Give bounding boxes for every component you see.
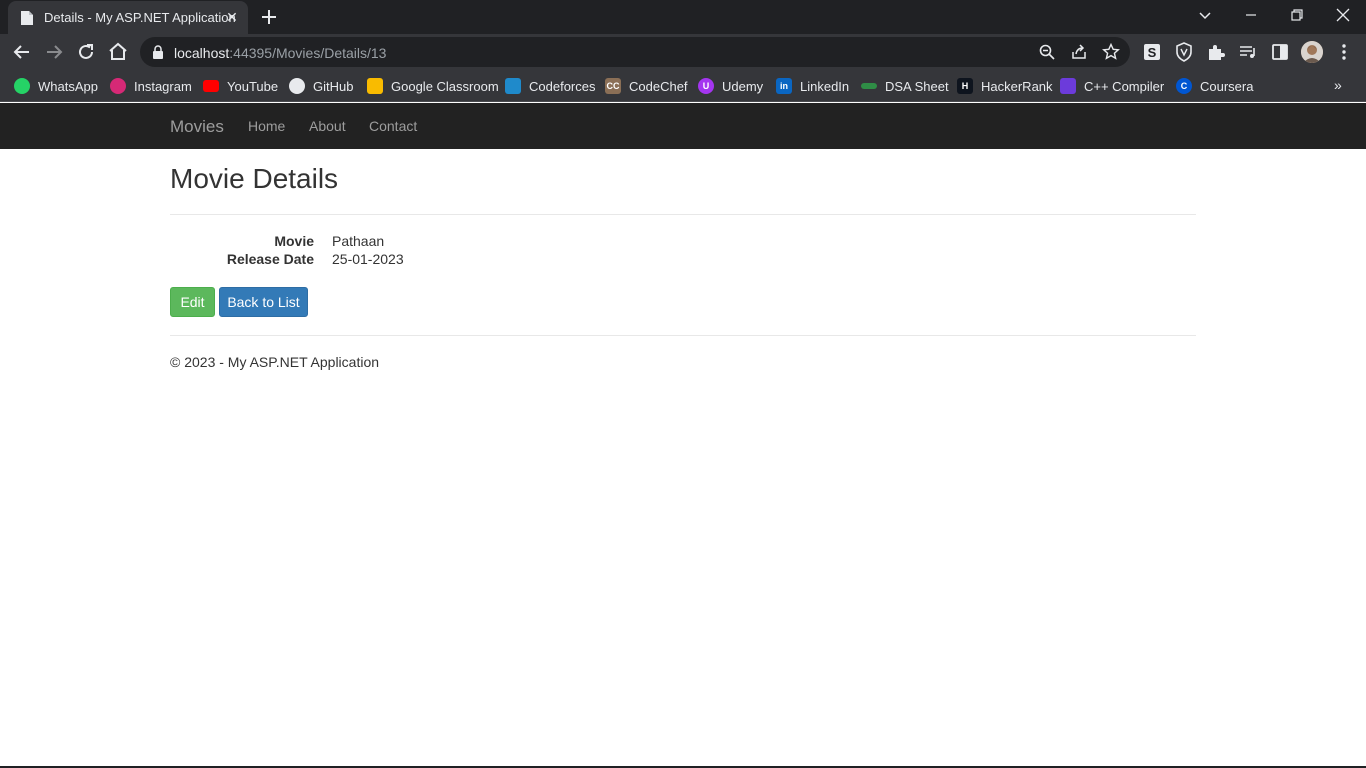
- zoom-icon[interactable]: [1038, 43, 1056, 61]
- edit-button[interactable]: Edit: [170, 287, 215, 317]
- bookmark-codeforces[interactable]: Codeforces: [505, 76, 595, 96]
- bookmark-dsa-sheet[interactable]: DSA Sheet: [861, 76, 949, 96]
- footer-divider: [170, 335, 1196, 336]
- bookmark-coursera[interactable]: C Coursera: [1176, 76, 1253, 96]
- shield-extension-icon[interactable]: [1172, 40, 1196, 64]
- udemy-icon: U: [698, 78, 714, 94]
- lock-icon[interactable]: [152, 45, 164, 59]
- bookmark-codechef[interactable]: CC CodeChef: [605, 76, 688, 96]
- codeforces-icon: [505, 78, 521, 94]
- share-icon[interactable]: [1070, 43, 1088, 61]
- release-date-label: Release Date: [226, 251, 314, 267]
- google-classroom-icon: [367, 78, 383, 94]
- page-content: Movies Home About Contact Movie Details …: [0, 103, 1366, 768]
- bookmark-star-icon[interactable]: [1102, 43, 1120, 61]
- forward-icon[interactable]: [42, 40, 66, 64]
- new-tab-icon[interactable]: [258, 6, 280, 28]
- browser-toolbar: localhost:44395/Movies/Details/13 S: [0, 34, 1366, 70]
- media-control-icon[interactable]: [1236, 40, 1260, 64]
- home-icon[interactable]: [106, 40, 130, 64]
- svg-text:S: S: [1148, 45, 1157, 60]
- bookmark-instagram[interactable]: Instagram: [110, 76, 192, 96]
- brand-link[interactable]: Movies: [170, 117, 224, 137]
- url-host: localhost: [174, 45, 230, 61]
- bookmark-label: C++ Compiler: [1084, 78, 1165, 94]
- bookmark-label: Instagram: [134, 78, 192, 94]
- bookmark-label: LinkedIn: [800, 78, 850, 94]
- instagram-icon: [110, 78, 126, 94]
- bookmark-youtube[interactable]: YouTube: [203, 76, 278, 96]
- linkedin-icon: in: [776, 78, 792, 94]
- codechef-icon: CC: [605, 78, 621, 94]
- url-path: :44395/Movies/Details/13: [229, 45, 387, 61]
- bookmark-github[interactable]: GitHub: [289, 76, 353, 96]
- site-navbar: Movies Home About Contact: [0, 103, 1366, 149]
- bookmark-label: WhatsApp: [38, 78, 98, 94]
- minimize-icon[interactable]: [1239, 4, 1263, 26]
- github-icon: [289, 78, 305, 94]
- extensions-puzzle-icon[interactable]: [1204, 40, 1228, 64]
- back-to-list-button[interactable]: Back to List: [219, 287, 308, 317]
- divider: [170, 214, 1196, 215]
- bookmark-label: YouTube: [227, 78, 279, 94]
- back-icon[interactable]: [10, 40, 34, 64]
- bookmark-label: HackerRank: [981, 78, 1053, 94]
- bookmark-label: Coursera: [1200, 78, 1254, 94]
- bookmark-cpp-compiler[interactable]: C++ Compiler: [1060, 76, 1164, 96]
- menu-kebab-icon[interactable]: [1332, 40, 1356, 64]
- dsa-sheet-icon: [861, 83, 877, 89]
- bookmark-google-classroom[interactable]: Google Classroom: [367, 76, 499, 96]
- movie-label: Movie: [274, 233, 314, 249]
- profile-icon: [1301, 41, 1323, 63]
- reload-icon[interactable]: [74, 40, 98, 64]
- nav-contact-link[interactable]: Contact: [369, 118, 417, 134]
- nav-about-link[interactable]: About: [309, 118, 346, 134]
- nav-home-link[interactable]: Home: [248, 118, 285, 134]
- hackerrank-icon: H: [957, 78, 973, 94]
- bookmark-udemy[interactable]: U Udemy: [698, 76, 763, 96]
- tab-title: Details - My ASP.NET Application: [44, 10, 236, 25]
- tab-search-icon[interactable]: [1193, 4, 1217, 26]
- close-window-icon[interactable]: [1331, 4, 1355, 26]
- bookmark-label: Udemy: [722, 78, 764, 94]
- bookmark-label: Google Classroom: [391, 78, 499, 94]
- close-tab-icon[interactable]: ✕: [224, 9, 240, 25]
- side-panel-icon[interactable]: [1268, 40, 1292, 64]
- coursera-icon: C: [1176, 78, 1192, 94]
- bookmark-label: DSA Sheet: [885, 78, 949, 94]
- page-title: Movie Details: [170, 163, 339, 194]
- bookmark-whatsapp[interactable]: WhatsApp: [14, 76, 98, 96]
- movie-value: Pathaan: [332, 233, 385, 249]
- bookmark-label: CodeChef: [629, 78, 688, 94]
- bookmarks-bar: WhatsApp Instagram YouTube GitHub Google…: [0, 70, 1366, 102]
- browser-tab[interactable]: Details - My ASP.NET Application ✕: [8, 1, 248, 34]
- footer-text: © 2023 - My ASP.NET Application: [170, 354, 380, 370]
- profile-avatar[interactable]: [1301, 41, 1323, 63]
- bookmark-hackerrank[interactable]: H HackerRank: [957, 76, 1053, 96]
- page-icon: [21, 11, 33, 25]
- address-bar[interactable]: localhost:44395/Movies/Details/13: [140, 37, 1130, 67]
- extension-s-icon[interactable]: S: [1140, 40, 1164, 64]
- tab-strip: Details - My ASP.NET Application ✕: [0, 0, 1366, 34]
- url-text[interactable]: localhost:44395/Movies/Details/13: [174, 45, 386, 61]
- bookmark-label: Codeforces: [529, 78, 596, 94]
- whatsapp-icon: [14, 78, 30, 94]
- bookmark-linkedin[interactable]: in LinkedIn: [776, 76, 849, 96]
- cpp-compiler-icon: [1060, 78, 1076, 94]
- bookmark-label: GitHub: [313, 78, 354, 94]
- release-date-value: 25-01-2023: [332, 251, 404, 267]
- youtube-icon: [203, 80, 219, 92]
- restore-icon[interactable]: [1285, 4, 1309, 26]
- more-bookmarks-icon[interactable]: »: [1334, 77, 1342, 93]
